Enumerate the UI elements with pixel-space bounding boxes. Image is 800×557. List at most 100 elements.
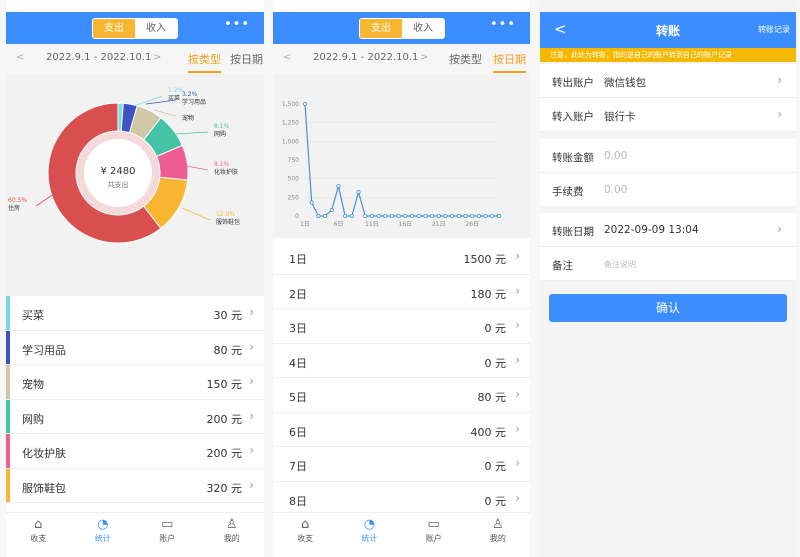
slice-name: 服饰鞋包	[216, 218, 240, 226]
more-icon[interactable]: •••	[224, 17, 250, 32]
category-row[interactable]: 买菜 30 元 ›	[6, 296, 264, 331]
tab-statistics[interactable]: ◔ 统计	[337, 513, 401, 557]
date-range-label: 2022.9.1 - 2022.10.1	[46, 52, 152, 63]
category-row[interactable]: 化妆护肤 200 元 ›	[6, 434, 264, 469]
day-row[interactable]: 2日 180 元 ›	[273, 274, 530, 309]
data-point[interactable]	[396, 213, 401, 218]
data-point[interactable]	[349, 213, 354, 218]
amount-field[interactable]: 0.00	[604, 150, 627, 162]
data-point[interactable]	[456, 213, 461, 218]
data-point[interactable]	[316, 213, 321, 218]
note-label: 备注	[552, 260, 573, 272]
category-row[interactable]: 服饰鞋包 320 元 ›	[6, 468, 264, 503]
fee-field[interactable]: 0.00	[604, 184, 627, 196]
data-point[interactable]	[436, 213, 441, 218]
tab-accounts[interactable]: ▭ 账户	[135, 513, 200, 557]
top-bar: 支出 收入 •••	[273, 12, 530, 44]
data-point[interactable]	[323, 213, 328, 218]
data-point[interactable]	[443, 213, 448, 218]
data-point[interactable]	[470, 213, 475, 218]
income-tab[interactable]: 收入	[402, 19, 444, 38]
clock-chart-icon: ◔	[363, 517, 376, 532]
data-point[interactable]	[463, 213, 468, 218]
category-row[interactable]: 网购 200 元 ›	[6, 399, 264, 434]
fee-label: 手续费	[552, 186, 584, 198]
note-field[interactable]: 备注说明	[604, 259, 636, 270]
tab-by-day[interactable]: 按日期	[230, 51, 263, 67]
x-tick-label: 1日	[300, 221, 310, 228]
data-point[interactable]	[430, 213, 435, 218]
day-row[interactable]: 1日 1500 元 ›	[273, 240, 530, 275]
data-point[interactable]	[496, 213, 501, 218]
tab-records[interactable]: ⌂ 收支	[6, 513, 71, 557]
tab-records[interactable]: ⌂ 收支	[273, 513, 337, 557]
data-point[interactable]	[403, 213, 408, 218]
prev-period-button[interactable]: <	[16, 52, 24, 63]
expense-income-toggle: 支出 收入	[359, 18, 445, 39]
confirm-button[interactable]: 确认	[549, 294, 787, 322]
prev-period-button[interactable]: <	[283, 52, 291, 63]
data-point[interactable]	[389, 213, 394, 218]
chevron-right-icon: ›	[249, 408, 254, 423]
data-point[interactable]	[302, 101, 307, 106]
next-period-button[interactable]: >	[153, 52, 161, 63]
chevron-right-icon: ›	[515, 387, 520, 401]
data-point[interactable]	[363, 213, 368, 218]
x-tick-label: 26日	[465, 221, 479, 228]
day-row[interactable]: 8日 0 元 ›	[273, 481, 530, 516]
day-amount: 1500 元	[463, 253, 507, 266]
day-row[interactable]: 3日 0 元 ›	[273, 309, 530, 344]
day-row[interactable]: 6日 400 元 ›	[273, 412, 530, 447]
data-point[interactable]	[450, 213, 455, 218]
date-row[interactable]: 转账日期 2022-09-09 13:04 ›	[540, 213, 796, 247]
tab-mine[interactable]: ♙ 我的	[200, 513, 265, 557]
out-account-row[interactable]: 转出账户 微信钱包 ›	[540, 64, 796, 98]
tab-mine[interactable]: ♙ 我的	[466, 513, 530, 557]
in-account-row[interactable]: 转入账户 银行卡 ›	[540, 98, 796, 132]
day-row[interactable]: 7日 0 元 ›	[273, 447, 530, 482]
category-row[interactable]: 学习用品 80 元 ›	[6, 330, 264, 365]
data-point[interactable]	[423, 213, 428, 218]
data-point[interactable]	[490, 213, 495, 218]
chevron-right-icon: ›	[249, 374, 254, 388]
y-tick-label: 1,500	[282, 101, 299, 108]
income-tab[interactable]: 收入	[135, 19, 177, 38]
fee-row: 手续费 0.00	[540, 173, 796, 207]
data-point[interactable]	[476, 213, 481, 218]
tab-by-type[interactable]: 按类型	[449, 51, 482, 67]
date-range-label: 2022.9.1 - 2022.10.1	[313, 52, 419, 63]
day-amount: 180 元	[470, 287, 507, 301]
expense-tab[interactable]: 支出	[93, 19, 135, 38]
data-point[interactable]	[369, 213, 374, 218]
slice-name: 住房	[8, 204, 20, 212]
tab-statistics[interactable]: ◔ 统计	[71, 513, 136, 557]
transfer-records-link[interactable]: 转账记录	[758, 24, 790, 35]
category-amount: 80 元	[213, 343, 243, 357]
tab-accounts[interactable]: ▭ 账户	[402, 513, 466, 557]
data-point[interactable]	[383, 213, 388, 218]
data-point[interactable]	[309, 200, 314, 205]
chevron-right-icon: ›	[515, 249, 520, 263]
slice-percent: 8.1%	[214, 161, 230, 168]
data-point[interactable]	[483, 213, 488, 218]
data-point[interactable]	[356, 190, 361, 195]
day-row[interactable]: 4日 0 元 ›	[273, 343, 530, 378]
next-period-button[interactable]: >	[420, 52, 428, 63]
data-point[interactable]	[410, 213, 415, 218]
day-row[interactable]: 5日 80 元 ›	[273, 378, 530, 413]
tab-by-type[interactable]: 按类型	[188, 51, 221, 73]
tab-label: 收支	[30, 534, 47, 543]
data-point[interactable]	[329, 208, 334, 213]
category-amount: 150 元	[206, 378, 243, 391]
day-label: 2日	[289, 287, 307, 301]
data-point[interactable]	[336, 184, 341, 189]
daily-line-chart: 1,500 1,250 1,000 750 500 250 01日 6日 11日 16日 21日 26…	[282, 101, 501, 228]
more-icon[interactable]: •••	[490, 17, 516, 32]
data-point[interactable]	[416, 213, 421, 218]
data-point[interactable]	[343, 213, 348, 218]
tab-by-day[interactable]: 按日期	[493, 51, 526, 73]
leader-line	[145, 99, 177, 105]
expense-tab[interactable]: 支出	[360, 19, 402, 38]
category-row[interactable]: 宠物 150 元 ›	[6, 365, 264, 400]
data-point[interactable]	[376, 213, 381, 218]
